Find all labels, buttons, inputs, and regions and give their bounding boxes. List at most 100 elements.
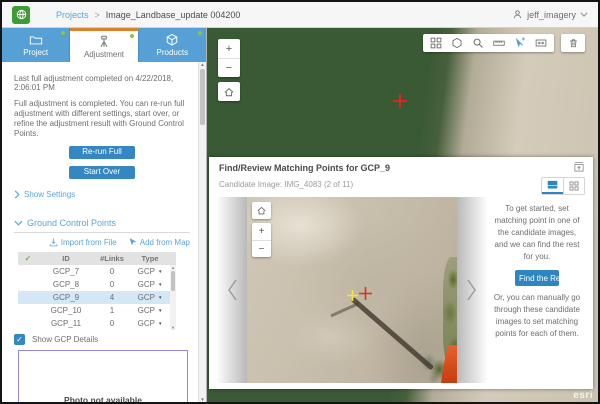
- table-row[interactable]: GCP_11 0 GCP▼: [18, 317, 176, 330]
- single-view-toggle[interactable]: [542, 178, 563, 194]
- scroll-up-icon[interactable]: ▲: [200, 62, 204, 67]
- adjustment-status: Last full adjustment completed on 4/22/2…: [14, 74, 190, 93]
- delete-tool[interactable]: [561, 34, 585, 52]
- divider: [14, 232, 190, 233]
- project-title: Image_Landbase_update 004200: [106, 10, 241, 20]
- add-from-map-link[interactable]: Add from Map: [128, 238, 190, 247]
- chevron-down-icon: [580, 12, 588, 17]
- import-icon: [49, 238, 58, 247]
- zoom-out-button[interactable]: −: [252, 240, 271, 257]
- user-icon: [512, 9, 523, 20]
- cube-icon: [165, 33, 179, 47]
- table-row[interactable]: GCP_7 0 GCP▼: [18, 265, 176, 278]
- show-gcp-details-label: Show GCP Details: [32, 335, 98, 344]
- extent-tool[interactable]: [535, 37, 547, 49]
- adjustment-description: Full adjustment is completed. You can re…: [14, 99, 190, 139]
- trash-icon: [568, 37, 579, 49]
- table-scrollbar[interactable]: ▲ ▼: [170, 265, 176, 330]
- user-name: jeff_imagery: [527, 10, 576, 20]
- breadcrumb-projects-link[interactable]: Projects: [56, 10, 89, 20]
- panel-scrollbar[interactable]: ▲ ▼: [198, 62, 206, 402]
- gcp-links-count: 0: [94, 319, 130, 328]
- map-cursor-icon: [128, 238, 137, 247]
- zoom-in-button[interactable]: +: [252, 223, 271, 240]
- start-over-button[interactable]: Start Over: [69, 166, 135, 179]
- tab-label: Project: [23, 48, 48, 57]
- show-settings-toggle[interactable]: Show Settings: [14, 190, 190, 199]
- map-toolbar: [423, 34, 554, 52]
- tab-label: Products: [157, 48, 189, 57]
- table-row[interactable]: GCP_8 0 GCP▼: [18, 278, 176, 291]
- zoom-out-button[interactable]: −: [218, 58, 240, 77]
- gcp-id: GCP_8: [38, 280, 94, 289]
- type-dropdown-icon[interactable]: ▼: [158, 269, 162, 274]
- gcp-id: GCP_11: [38, 319, 94, 328]
- show-settings-label: Show Settings: [24, 190, 75, 199]
- grid-view-toggle[interactable]: [563, 178, 584, 194]
- card-view-icon: [547, 180, 558, 190]
- tab-project[interactable]: Project: [2, 28, 70, 62]
- gcp-section-toggle[interactable]: Ground Control Points: [14, 218, 190, 228]
- scroll-up-icon[interactable]: ▲: [171, 265, 175, 270]
- scrollbar-thumb[interactable]: [171, 271, 175, 291]
- gcp-links-count: 4: [94, 293, 130, 302]
- home-extent-button[interactable]: [218, 82, 240, 101]
- table-row[interactable]: GCP_10 1 GCP▼: [18, 304, 176, 317]
- panel-title: Find/Review Matching Points for GCP_9: [219, 163, 390, 173]
- map-canvas[interactable]: + −: [207, 28, 598, 402]
- find-the-rest-button[interactable]: Find the Rest: [515, 270, 559, 286]
- next-image-button[interactable]: [465, 277, 479, 303]
- zoom-in-button[interactable]: +: [218, 39, 240, 58]
- expand-window-icon: [573, 161, 585, 173]
- type-dropdown-icon[interactable]: ▼: [158, 295, 162, 300]
- breadcrumb: Projects > Image_Landbase_update 004200: [56, 10, 240, 20]
- import-label: Import from File: [61, 238, 117, 247]
- tab-adjustment[interactable]: Adjustment: [70, 28, 138, 62]
- rerun-full-button[interactable]: Re-run Full: [69, 146, 135, 159]
- candidate-image[interactable]: + −: [247, 197, 457, 383]
- chevron-left-icon: [225, 277, 239, 303]
- scrollbar-thumb[interactable]: [200, 69, 205, 125]
- previous-image-button[interactable]: [225, 277, 239, 303]
- gcp-type: GCP: [138, 319, 155, 328]
- search-tool[interactable]: [472, 37, 484, 49]
- photo-not-available-text: Photo not available: [19, 395, 187, 402]
- collapse-panel-button[interactable]: [573, 161, 585, 173]
- gcp-links-count: 1: [94, 306, 130, 315]
- tab-products[interactable]: Products: [139, 28, 206, 62]
- gcp-id: GCP_7: [38, 267, 94, 276]
- image-home-button[interactable]: [252, 202, 271, 219]
- status-dot: [198, 31, 202, 35]
- image-grid-tool[interactable]: [430, 37, 442, 49]
- left-panel: Project Adjustment Products: [2, 28, 207, 402]
- chevron-right-icon: [465, 277, 479, 303]
- measure-tool[interactable]: [493, 37, 505, 49]
- instructions-column: To get started, set matching point in on…: [487, 197, 587, 383]
- add-label: Add from Map: [140, 238, 190, 247]
- intro-text: To get started, set matching point in on…: [493, 203, 581, 263]
- panel-tabs: Project Adjustment Products: [2, 28, 206, 62]
- type-dropdown-icon[interactable]: ▼: [158, 282, 162, 287]
- gcp-type: GCP: [138, 280, 155, 289]
- basemap-tool[interactable]: [451, 37, 463, 49]
- user-menu[interactable]: jeff_imagery: [512, 9, 588, 20]
- gcp-photo-preview: Photo not available: [18, 350, 188, 402]
- scroll-down-icon[interactable]: ▼: [171, 325, 175, 330]
- header-id: ID: [38, 254, 94, 263]
- gcp-type: GCP: [138, 306, 155, 315]
- show-gcp-details-checkbox[interactable]: ✓: [14, 334, 25, 345]
- gcp-section-title: Ground Control Points: [27, 218, 116, 228]
- type-dropdown-icon[interactable]: ▼: [158, 321, 162, 326]
- scroll-down-icon[interactable]: ▼: [200, 397, 204, 402]
- type-dropdown-icon[interactable]: ▼: [158, 308, 162, 313]
- add-gcp-from-map-tool[interactable]: [514, 37, 526, 49]
- table-row-selected[interactable]: GCP_9 4 GCP▼: [18, 291, 176, 304]
- gcp-type: GCP: [138, 293, 155, 302]
- check-icon: ✓: [18, 254, 38, 263]
- pole-shadow: [351, 297, 434, 370]
- import-from-file-link[interactable]: Import from File: [49, 238, 117, 247]
- chevron-down-icon: [14, 220, 23, 226]
- theodolite-icon: [97, 35, 111, 49]
- esri-logo-icon: [12, 6, 30, 24]
- view-toggle-group: [541, 177, 585, 195]
